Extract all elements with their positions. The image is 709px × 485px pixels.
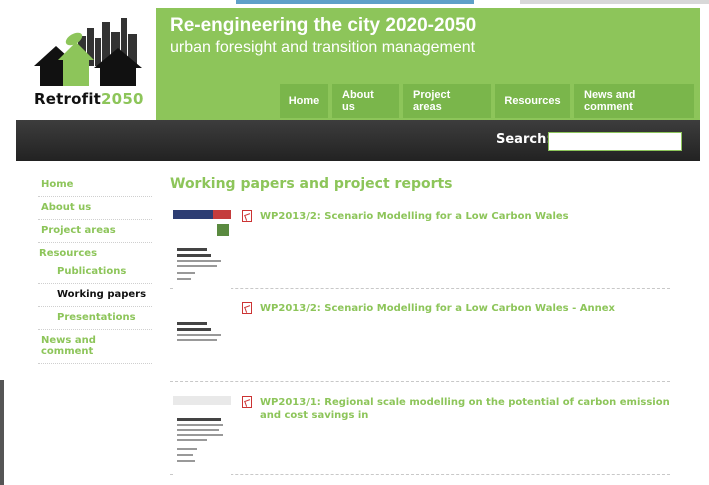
- search-input[interactable]: [548, 132, 682, 151]
- house-city-logo-icon: [34, 18, 142, 86]
- nav-item-home[interactable]: Home: [280, 84, 328, 118]
- site-header: Retrofit2050 Re-engineering the city 202…: [16, 8, 700, 120]
- report-thumbnail[interactable]: [173, 396, 231, 476]
- search-label: Search:: [496, 132, 552, 147]
- site-logo[interactable]: Retrofit2050: [16, 8, 156, 120]
- background-strip: [520, 0, 709, 4]
- report-thumbnail[interactable]: [173, 210, 231, 290]
- site-title: Re-engineering the city 2020-2050: [170, 15, 477, 36]
- logo-text: Retrofit2050: [34, 90, 144, 108]
- background-strip: [236, 0, 474, 4]
- list-item: WP2013/2: Scenario Modelling for a Low C…: [170, 210, 670, 290]
- nav-item-project-areas[interactable]: Project areas: [403, 84, 491, 118]
- sidebar-item-home[interactable]: Home: [38, 174, 152, 197]
- pdf-icon[interactable]: [242, 210, 252, 222]
- sidebar-item-working-papers[interactable]: Working papers: [38, 284, 152, 307]
- search-bar: Search:: [16, 120, 700, 161]
- nav-item-about-us[interactable]: About us: [332, 84, 399, 118]
- paper-link[interactable]: WP2013/2: Scenario Modelling for a Low C…: [260, 302, 615, 315]
- list-item: WP2013/1: Regional scale modelling on th…: [170, 396, 670, 476]
- main-nav: Home About us Project areas Resources Ne…: [280, 84, 694, 118]
- pdf-icon[interactable]: [242, 396, 252, 408]
- nav-item-resources[interactable]: Resources: [495, 84, 570, 118]
- sidebar-item-presentations[interactable]: Presentations: [38, 307, 152, 330]
- sidebar-item-news-and-comment[interactable]: News and comment: [38, 330, 152, 364]
- sidebar-item-project-areas[interactable]: Project areas: [38, 220, 152, 243]
- pdf-icon[interactable]: [242, 302, 252, 314]
- page-frame: Retrofit2050 Re-engineering the city 202…: [16, 8, 700, 485]
- background-strip: [0, 380, 4, 485]
- paper-link[interactable]: WP2013/1: Regional scale modelling on th…: [260, 396, 670, 422]
- list-item: WP2013/2: Scenario Modelling for a Low C…: [170, 302, 670, 382]
- report-thumbnail[interactable]: [173, 316, 231, 366]
- nav-item-news-and-comment[interactable]: News and comment: [574, 84, 694, 118]
- sidebar-item-publications[interactable]: Publications: [38, 261, 152, 284]
- page-title: Working papers and project reports: [170, 176, 453, 192]
- sidebar-item-about-us[interactable]: About us: [38, 197, 152, 220]
- sidebar: Home About us Project areas Resources Pu…: [38, 174, 152, 364]
- site-subtitle: urban foresight and transition managemen…: [170, 39, 476, 56]
- sidebar-item-resources[interactable]: Resources: [38, 243, 152, 261]
- paper-link[interactable]: WP2013/2: Scenario Modelling for a Low C…: [260, 210, 569, 223]
